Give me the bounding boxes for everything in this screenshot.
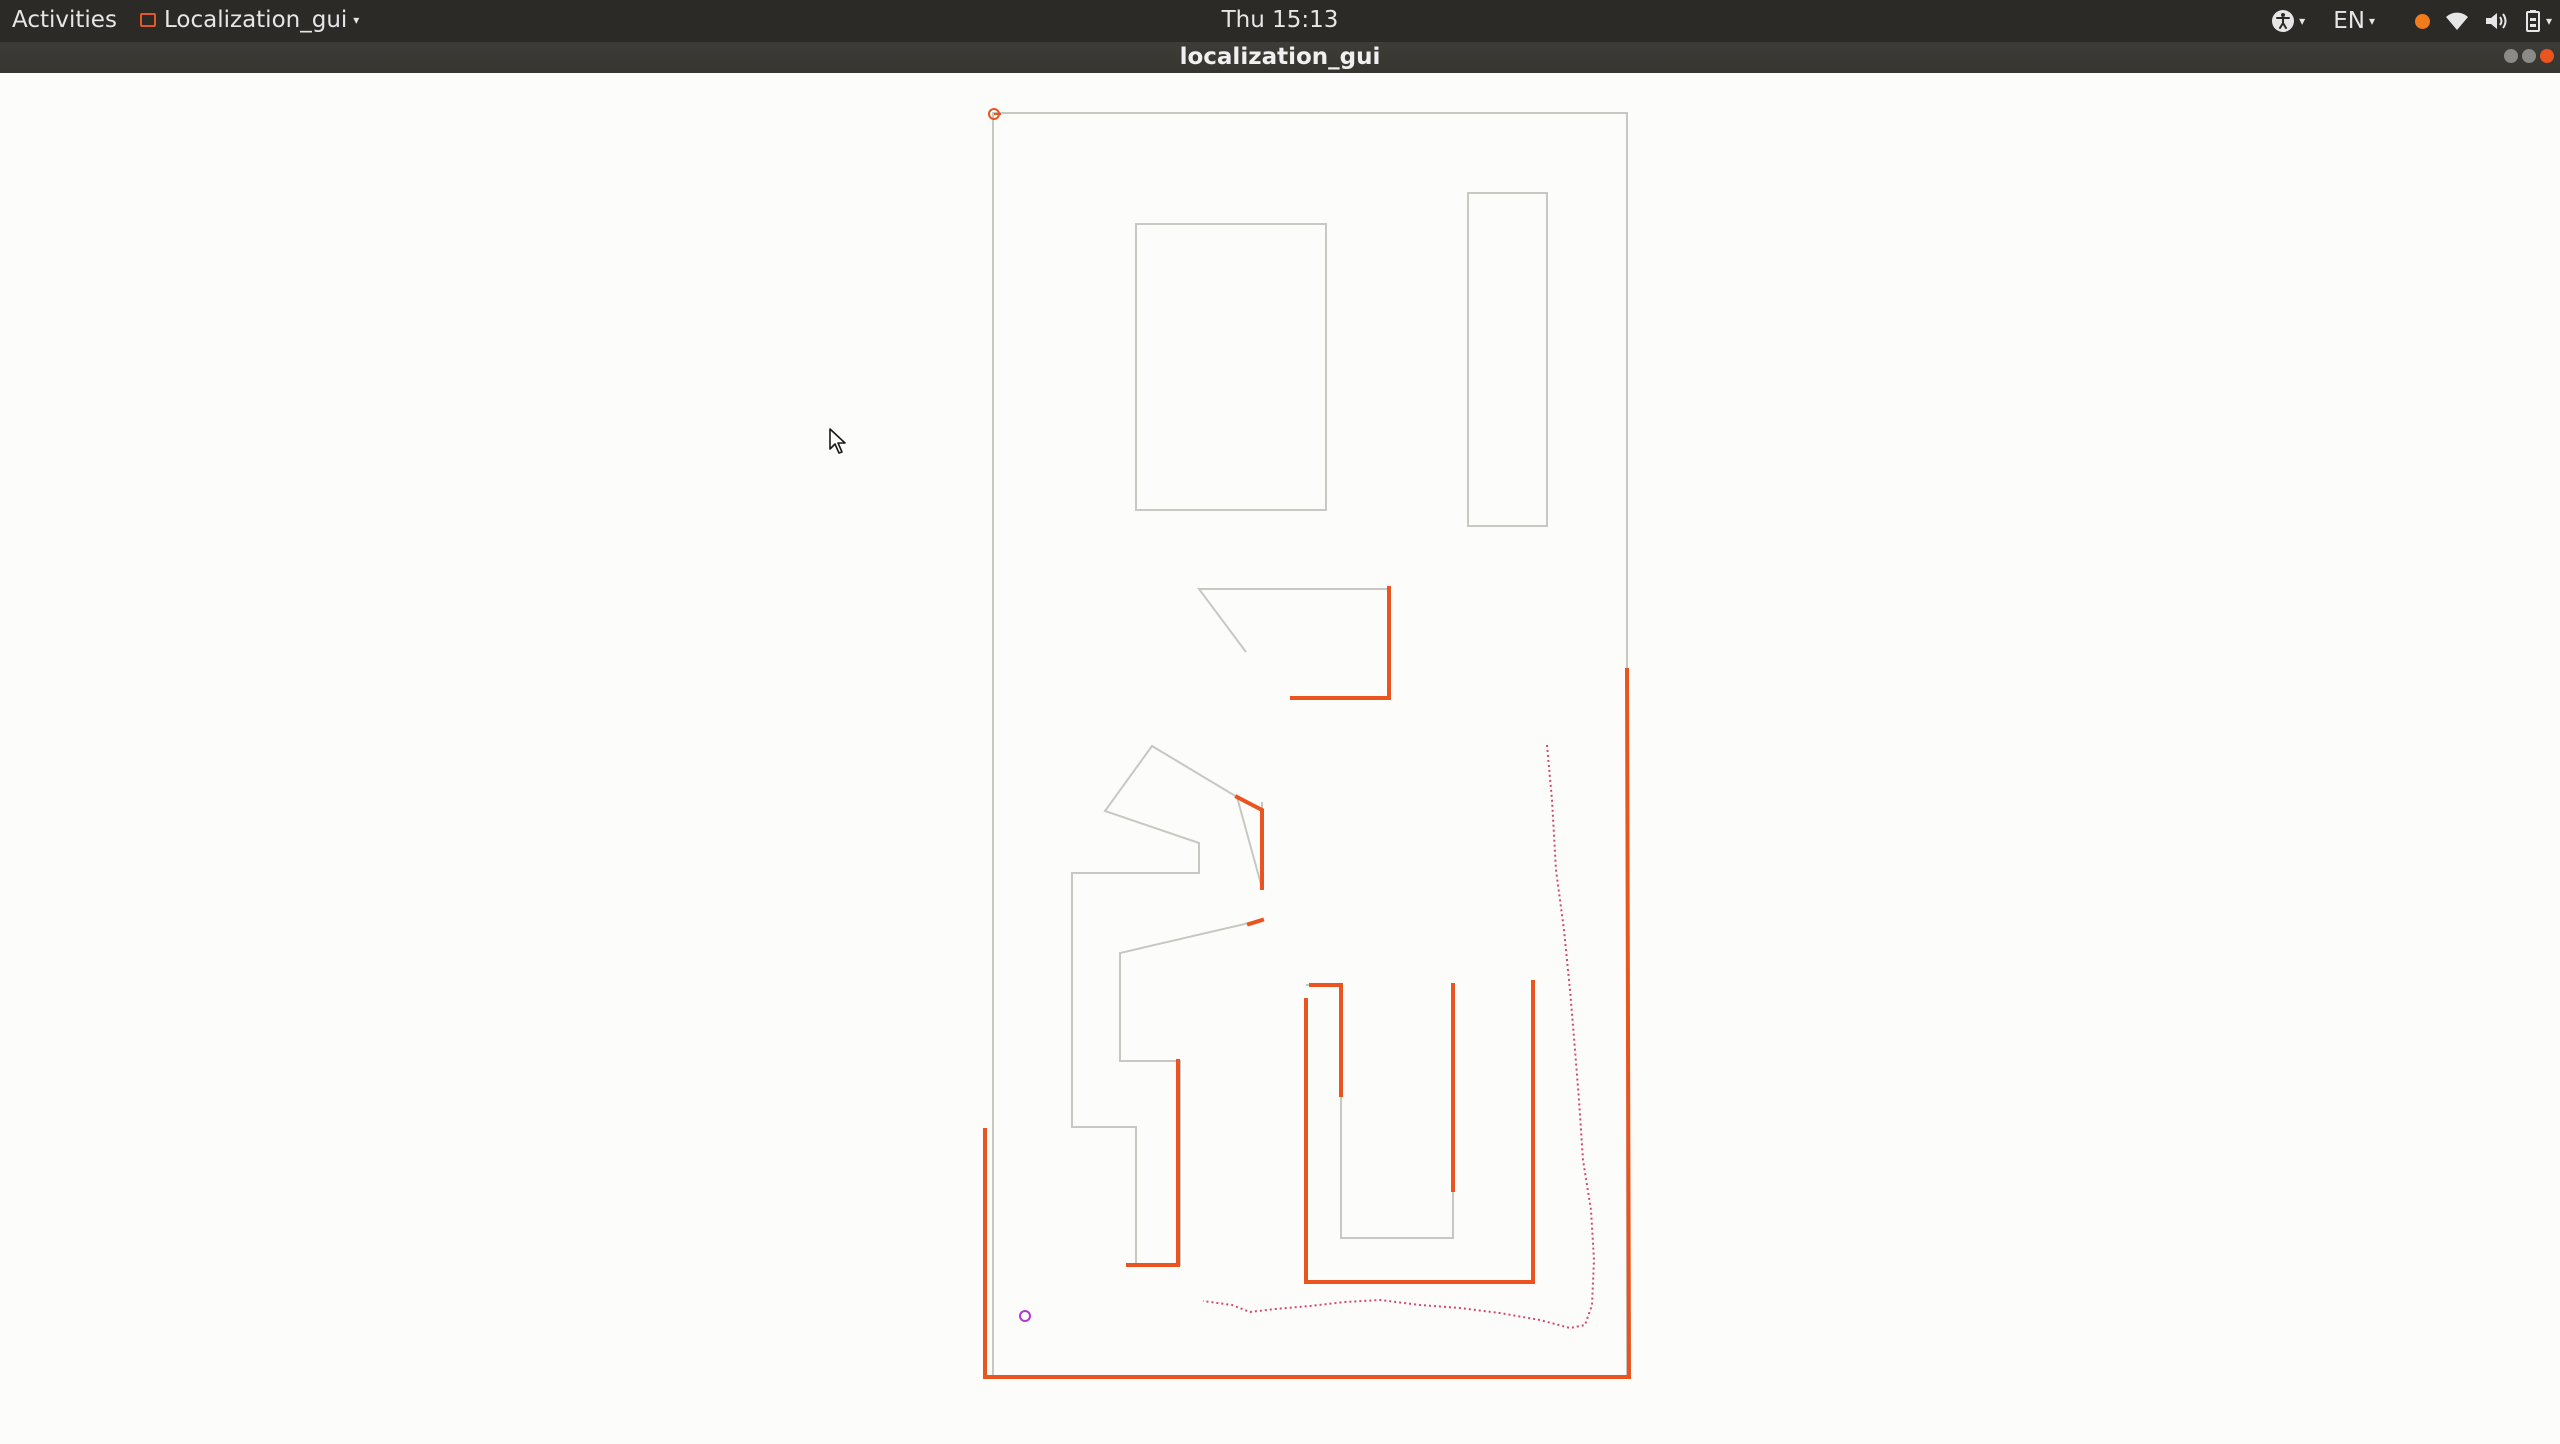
- chevron-down-icon: ▾: [353, 13, 360, 27]
- battery-icon: [2525, 10, 2540, 32]
- scan-polygon-mid: [1246, 917, 1265, 927]
- notification-indicator[interactable]: [2414, 13, 2430, 29]
- localization-canvas[interactable]: [0, 73, 2560, 1440]
- update-notification-icon: [2414, 13, 2430, 29]
- obstacle-u-shape: [1306, 984, 1454, 1239]
- language-label: EN: [2333, 8, 2365, 34]
- obstacle-polygon: [1071, 744, 1263, 1266]
- system-tray: ▾ EN ▾ ▾: [2271, 5, 2552, 37]
- accessibility-menu[interactable]: ▾: [2271, 9, 2305, 33]
- wifi-indicator[interactable]: [2444, 10, 2470, 32]
- wifi-icon: [2445, 12, 2468, 30]
- app-menu-button[interactable]: Localization_gui ▾: [140, 7, 359, 33]
- obstacle-trapezoid: [1197, 588, 1390, 699]
- close-button[interactable]: [2540, 49, 2554, 63]
- clock[interactable]: Thu 15:13: [0, 7, 2560, 33]
- chevron-down-icon: ▾: [2545, 14, 2552, 28]
- app-icon: [140, 13, 156, 27]
- volume-indicator[interactable]: [2484, 10, 2510, 32]
- window-titlebar[interactable]: localization_gui: [0, 42, 2560, 73]
- laser-scan-hits: [983, 586, 1632, 1379]
- robot-pose-marker: [1019, 1310, 1031, 1322]
- top-panel: Activities Localization_gui ▾ Thu 15:13 …: [0, 0, 2560, 42]
- map-view[interactable]: [0, 73, 2560, 1440]
- chevron-down-icon: ▾: [2299, 14, 2306, 28]
- volume-icon: [2485, 13, 2507, 29]
- accessibility-icon: [2272, 10, 2295, 32]
- system-menu[interactable]: ▾: [2524, 9, 2552, 33]
- obstacle-box-right: [1467, 192, 1548, 527]
- window-title: localization_gui: [1179, 44, 1381, 70]
- obstacle-box-left: [1135, 223, 1327, 511]
- activities-button[interactable]: Activities: [12, 7, 117, 33]
- app-menu-label: Localization_gui: [164, 7, 348, 33]
- maximize-button[interactable]: [2522, 49, 2536, 63]
- mouse-cursor-icon: [829, 428, 846, 454]
- language-menu[interactable]: EN ▾: [2333, 8, 2375, 34]
- scan-trapezoid: [1290, 586, 1391, 700]
- minimize-button[interactable]: [2504, 49, 2518, 63]
- scan-u-inner-left: [1309, 983, 1343, 1097]
- chevron-down-icon: ▾: [2368, 14, 2375, 28]
- window-controls: [2504, 49, 2554, 63]
